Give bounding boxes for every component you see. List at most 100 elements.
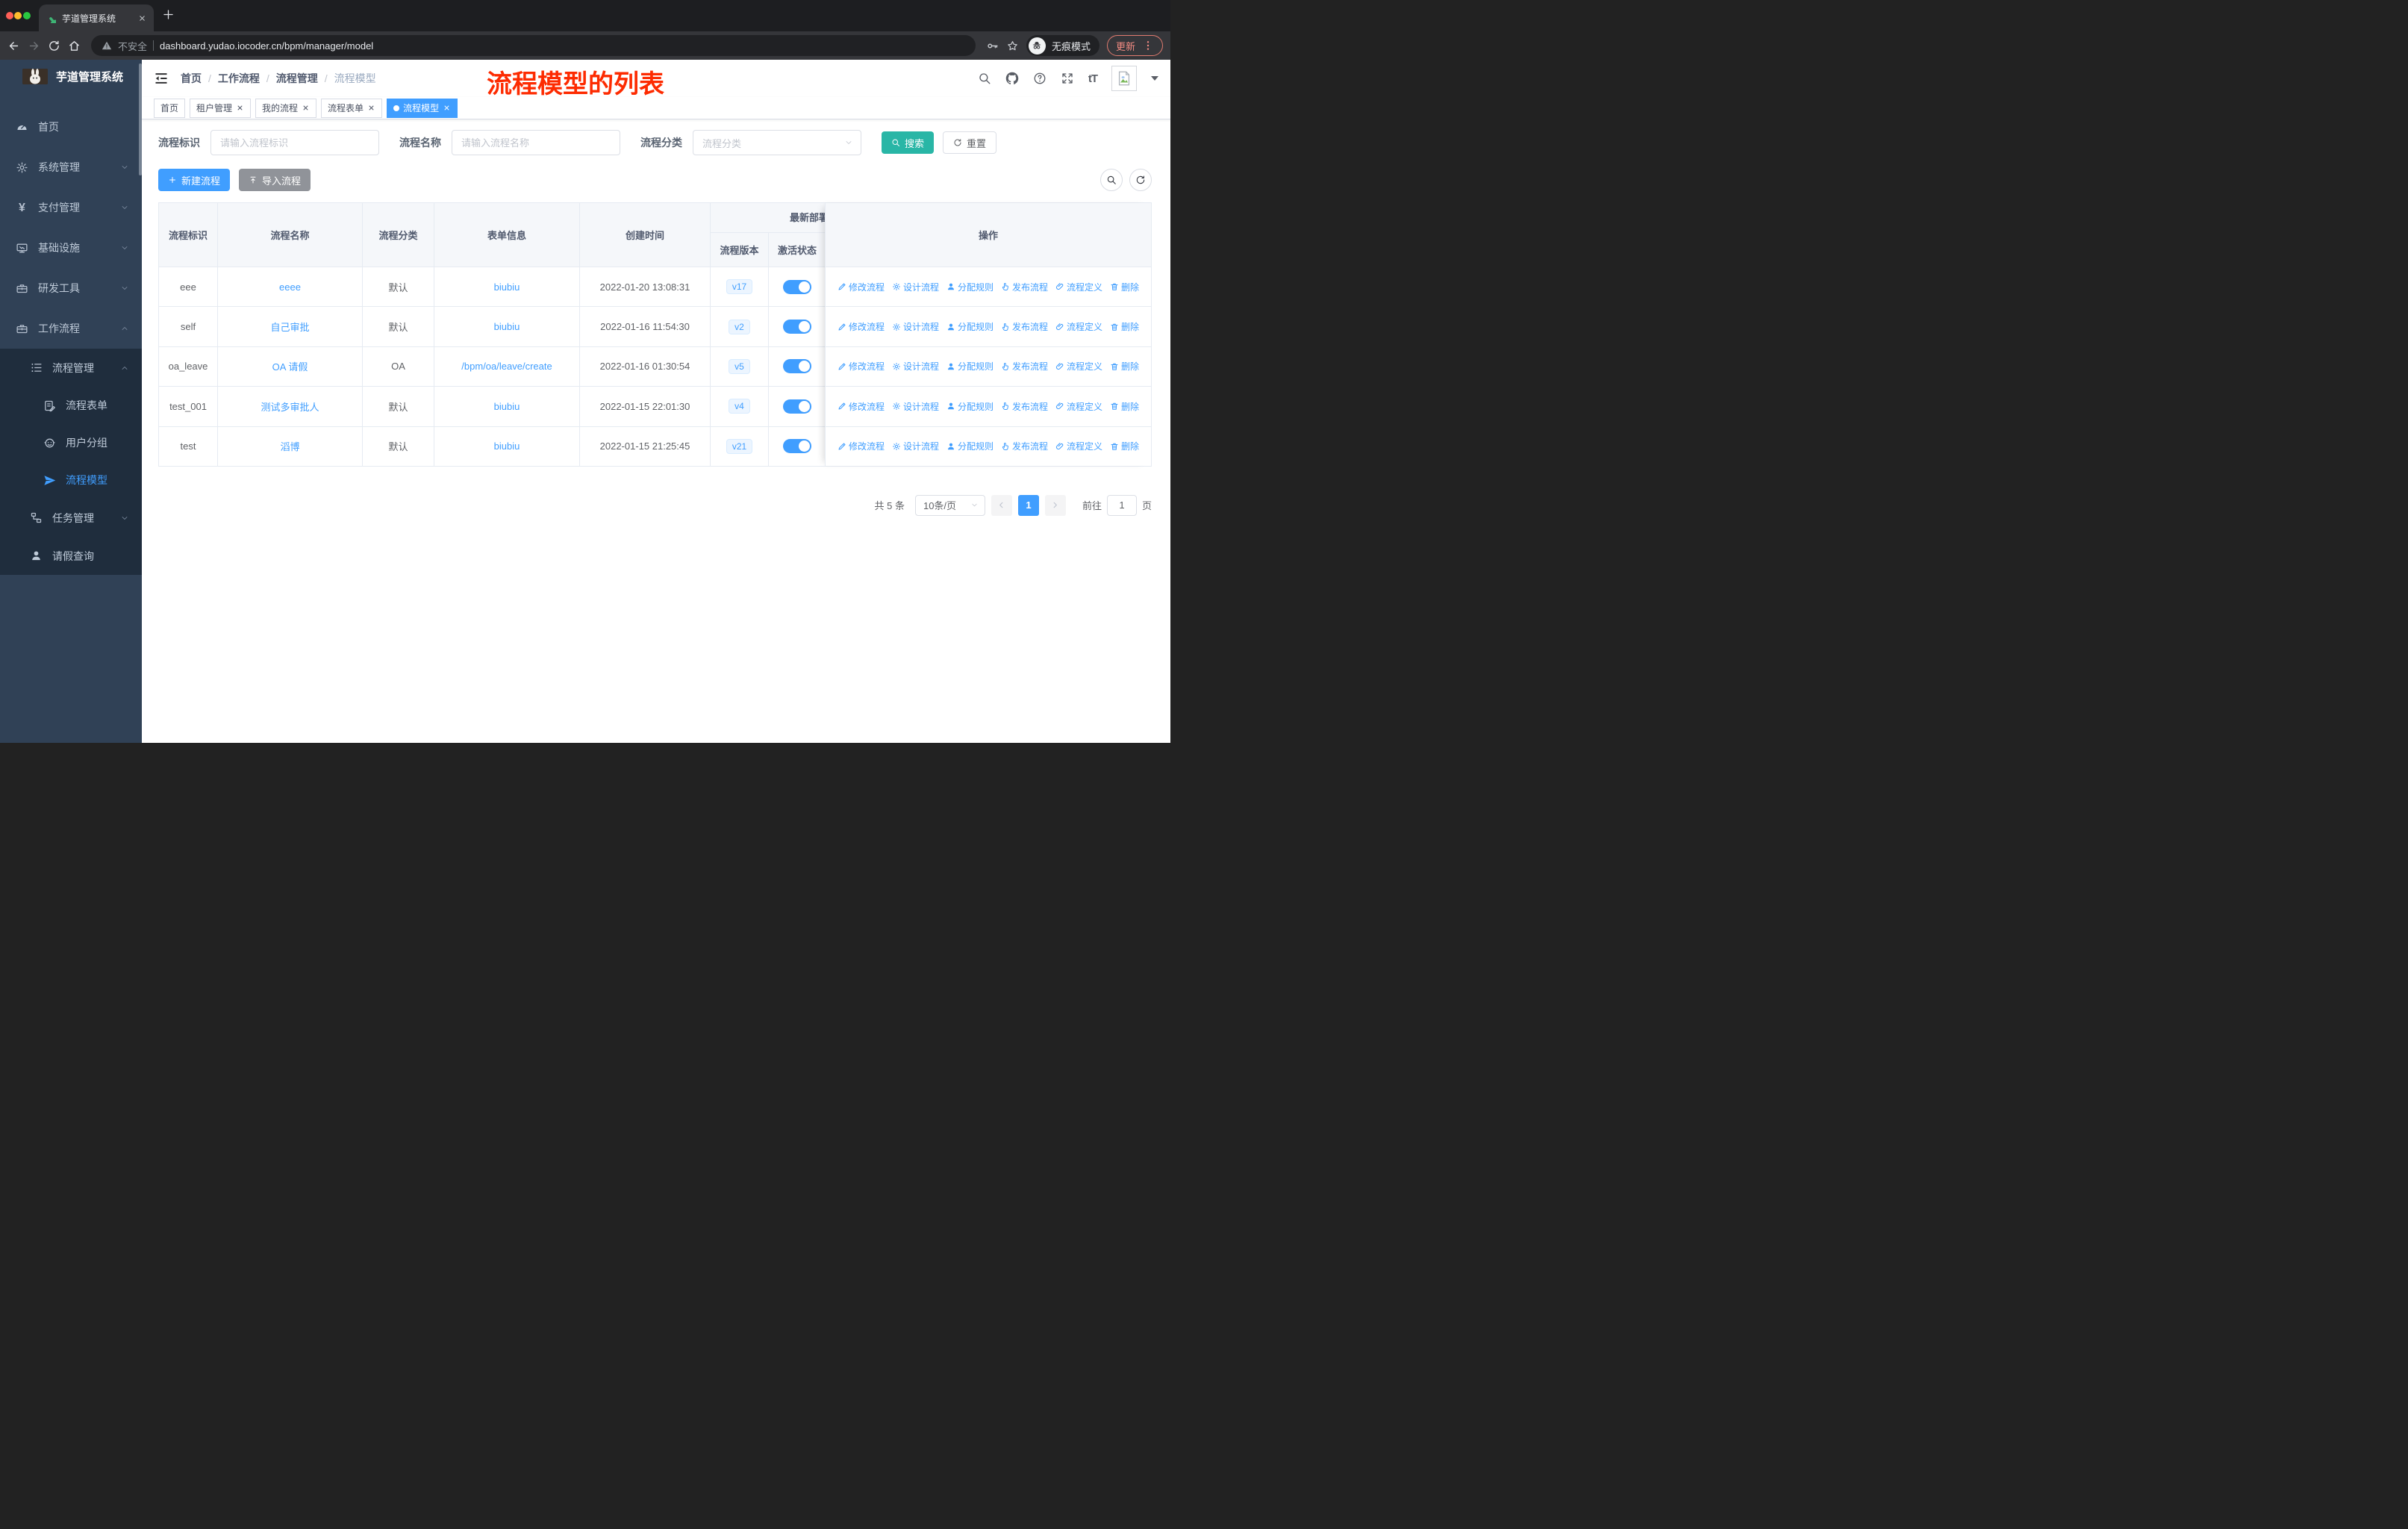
prev-page-button[interactable] xyxy=(991,494,1012,516)
tag-close-icon[interactable] xyxy=(367,104,375,112)
sidebar-item-infra[interactable]: 基础设施 xyxy=(0,228,142,268)
breadcrumb-process-manage[interactable]: 流程管理 xyxy=(276,71,318,86)
design-process-link[interactable]: 设计流程 xyxy=(892,400,939,413)
delete-link[interactable]: 删除 xyxy=(1110,281,1139,293)
publish-process-link[interactable]: 发布流程 xyxy=(1001,400,1048,413)
process-name-link[interactable]: 自己审批 xyxy=(270,320,309,334)
breadcrumb-workflow[interactable]: 工作流程 xyxy=(218,71,260,86)
tag-tenant[interactable]: 租户管理 xyxy=(190,98,252,118)
process-definition-link[interactable]: 流程定义 xyxy=(1055,440,1102,452)
window-minimize-button[interactable] xyxy=(14,12,22,19)
assign-rule-link[interactable]: 分配规则 xyxy=(946,281,994,293)
tag-close-icon[interactable] xyxy=(443,104,451,112)
tag-close-icon[interactable] xyxy=(302,104,310,112)
process-definition-link[interactable]: 流程定义 xyxy=(1055,360,1102,373)
design-process-link[interactable]: 设计流程 xyxy=(892,360,939,373)
process-definition-link[interactable]: 流程定义 xyxy=(1055,320,1102,333)
sidebar-item-payment[interactable]: ¥ 支付管理 xyxy=(0,187,142,228)
form-info-link[interactable]: biubiu xyxy=(494,440,520,452)
window-close-button[interactable] xyxy=(6,12,13,19)
active-toggle[interactable] xyxy=(783,359,811,374)
sidebar-item-process-form[interactable]: 流程表单 xyxy=(0,387,142,424)
user-avatar[interactable] xyxy=(1111,66,1137,91)
tag-my-process[interactable]: 我的流程 xyxy=(255,98,317,118)
create-process-button[interactable]: 新建流程 xyxy=(158,169,231,191)
delete-link[interactable]: 删除 xyxy=(1110,320,1139,333)
search-button[interactable]: 搜索 xyxy=(882,131,935,154)
process-name-link[interactable]: 滔博 xyxy=(280,439,299,453)
tag-home[interactable]: 首页 xyxy=(154,98,186,118)
key-icon[interactable] xyxy=(986,40,999,52)
refresh-table-button[interactable] xyxy=(1129,169,1152,191)
sidebar-item-workflow[interactable]: 工作流程 xyxy=(0,308,142,349)
reset-button[interactable]: 重置 xyxy=(943,131,997,154)
window-zoom-button[interactable] xyxy=(23,12,31,19)
github-icon[interactable] xyxy=(1005,72,1019,85)
page-1-button[interactable]: 1 xyxy=(1017,494,1039,516)
search-icon[interactable] xyxy=(978,72,991,85)
goto-page-input[interactable] xyxy=(1106,494,1137,516)
process-name-link[interactable]: eeee xyxy=(279,281,301,293)
assign-rule-link[interactable]: 分配规则 xyxy=(946,400,994,413)
reload-icon[interactable] xyxy=(48,40,60,52)
sidebar-item-user-group[interactable]: 用户分组 xyxy=(0,424,142,461)
modify-process-link[interactable]: 修改流程 xyxy=(838,320,885,333)
process-name-link[interactable]: OA 请假 xyxy=(272,359,308,373)
assign-rule-link[interactable]: 分配规则 xyxy=(946,440,994,452)
design-process-link[interactable]: 设计流程 xyxy=(892,440,939,452)
active-toggle[interactable] xyxy=(783,399,811,414)
publish-process-link[interactable]: 发布流程 xyxy=(1001,360,1048,373)
form-info-link[interactable]: biubiu xyxy=(494,401,520,412)
sidebar-collapse-icon[interactable] xyxy=(154,71,169,86)
back-icon[interactable] xyxy=(7,40,20,52)
modify-process-link[interactable]: 修改流程 xyxy=(838,440,885,452)
assign-rule-link[interactable]: 分配规则 xyxy=(946,360,994,373)
design-process-link[interactable]: 设计流程 xyxy=(892,320,939,333)
sidebar-item-devtools[interactable]: 研发工具 xyxy=(0,268,142,308)
process-category-select[interactable]: 流程分类 xyxy=(693,130,861,155)
sidebar-item-process-model[interactable]: 流程模型 xyxy=(0,461,142,499)
import-process-button[interactable]: 导入流程 xyxy=(239,169,311,191)
modify-process-link[interactable]: 修改流程 xyxy=(838,400,885,413)
update-button[interactable]: 更新 xyxy=(1106,35,1163,56)
sidebar-item-home[interactable]: 首页 xyxy=(0,107,142,147)
browser-menu-icon[interactable] xyxy=(1142,40,1154,52)
process-id-input[interactable] xyxy=(210,130,379,155)
design-process-link[interactable]: 设计流程 xyxy=(892,281,939,293)
font-size-icon[interactable]: tT xyxy=(1088,72,1098,85)
process-definition-link[interactable]: 流程定义 xyxy=(1055,281,1102,293)
help-icon[interactable] xyxy=(1033,72,1047,85)
modify-process-link[interactable]: 修改流程 xyxy=(838,281,885,293)
sidebar-item-process-manage[interactable]: 流程管理 xyxy=(0,349,142,387)
delete-link[interactable]: 删除 xyxy=(1110,440,1139,452)
modify-process-link[interactable]: 修改流程 xyxy=(838,360,885,373)
process-definition-link[interactable]: 流程定义 xyxy=(1055,400,1102,413)
process-name-link[interactable]: 测试多审批人 xyxy=(261,399,319,414)
publish-process-link[interactable]: 发布流程 xyxy=(1001,440,1048,452)
tag-process-form[interactable]: 流程表单 xyxy=(321,98,383,118)
process-name-input[interactable] xyxy=(452,130,620,155)
breadcrumb-home[interactable]: 首页 xyxy=(181,71,202,86)
fullscreen-icon[interactable] xyxy=(1061,72,1074,85)
bookmark-star-icon[interactable] xyxy=(1006,40,1019,52)
new-tab-button[interactable] xyxy=(161,7,175,22)
sidebar-item-system[interactable]: 系统管理 xyxy=(0,147,142,187)
active-toggle[interactable] xyxy=(783,320,811,334)
active-toggle[interactable] xyxy=(783,439,811,454)
publish-process-link[interactable]: 发布流程 xyxy=(1001,281,1048,293)
url-bar[interactable]: 不安全 dashboard.yudao.iocoder.cn/bpm/manag… xyxy=(91,35,976,56)
form-info-link[interactable]: /bpm/oa/leave/create xyxy=(461,361,552,372)
form-info-link[interactable]: biubiu xyxy=(494,321,520,332)
forward-icon[interactable] xyxy=(28,40,40,52)
delete-link[interactable]: 删除 xyxy=(1110,400,1139,413)
active-toggle[interactable] xyxy=(783,279,811,294)
delete-link[interactable]: 删除 xyxy=(1110,360,1139,373)
toggle-search-button[interactable] xyxy=(1100,169,1123,191)
sidebar-item-task-manage[interactable]: 任务管理 xyxy=(0,499,142,537)
next-page-button[interactable] xyxy=(1044,494,1066,516)
home-icon[interactable] xyxy=(68,40,81,52)
tab-close-icon[interactable] xyxy=(138,14,146,22)
avatar-caret-icon[interactable] xyxy=(1151,76,1158,81)
tag-close-icon[interactable] xyxy=(236,104,244,112)
browser-tab[interactable]: 芋道管理系统 xyxy=(39,4,154,31)
